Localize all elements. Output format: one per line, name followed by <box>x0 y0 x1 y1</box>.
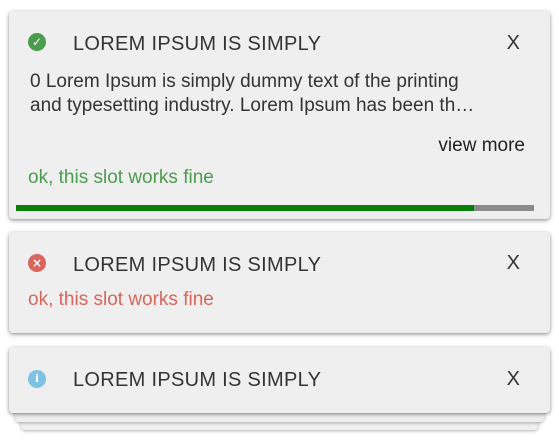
view-more-link[interactable]: view more <box>438 135 525 157</box>
close-button[interactable]: X <box>507 252 520 275</box>
check-circle-icon: ✓ <box>28 33 46 51</box>
toast-title: LOREM IPSUM IS SIMPLY <box>73 369 322 391</box>
toast-success: ✓ LOREM IPSUM IS SIMPLY X 0 Lorem Ipsum … <box>9 11 550 219</box>
x-circle-icon: × <box>28 254 46 272</box>
info-circle-icon: i <box>28 370 46 388</box>
slot-text: ok, this slot works fine <box>28 167 214 188</box>
message-line: 0 Lorem Ipsum is simply dummy text of th… <box>30 71 459 92</box>
slot-text: ok, this slot works fine <box>28 289 214 310</box>
progress-fill <box>16 205 474 211</box>
toast-info: i LOREM IPSUM IS SIMPLY X <box>9 347 550 413</box>
toast-title: LOREM IPSUM IS SIMPLY <box>73 33 322 55</box>
toast-message: 0 Lorem Ipsum is simply dummy text of th… <box>30 70 510 118</box>
toast-stack: ✓ LOREM IPSUM IS SIMPLY X 0 Lorem Ipsum … <box>0 0 559 447</box>
toast-title: LOREM IPSUM IS SIMPLY <box>73 254 322 276</box>
progress-bar <box>16 205 534 211</box>
message-line: and typesetting industry. Lorem Ipsum ha… <box>30 95 475 116</box>
close-button[interactable]: X <box>507 32 520 55</box>
toast-error: × LOREM IPSUM IS SIMPLY X ok, this slot … <box>9 232 550 333</box>
close-button[interactable]: X <box>507 368 520 391</box>
